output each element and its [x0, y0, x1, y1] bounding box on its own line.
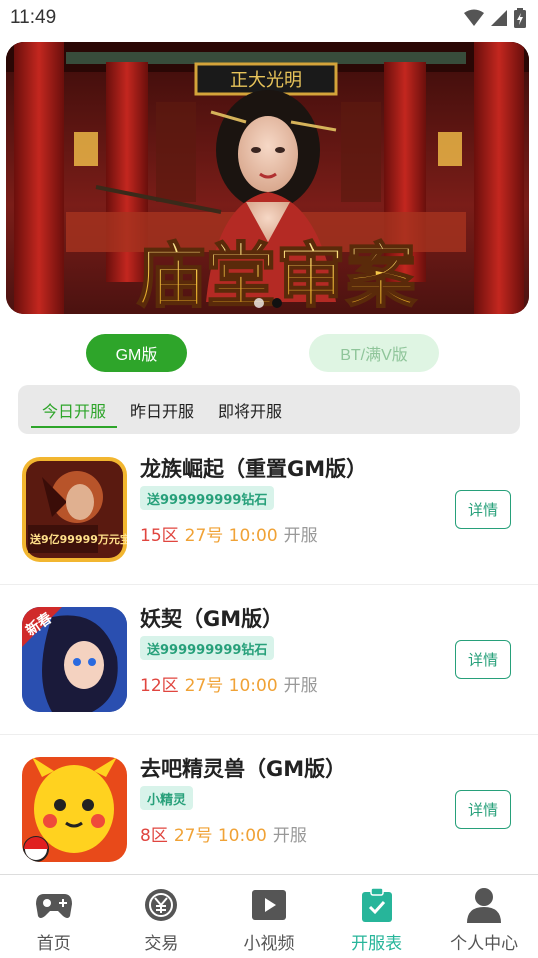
open-info: 15区 27号 10:00 开服 [140, 521, 318, 546]
bottom-nav: 首页 交易 小视频 开服表 个人中心 [0, 874, 538, 958]
nav-server-list[interactable]: 开服表 [323, 875, 431, 958]
detail-button[interactable]: 详情 [455, 790, 511, 829]
open-info: 12区 27号 10:00 开服 [140, 671, 318, 696]
yuan-coin-icon [143, 887, 179, 923]
open-label: 开服 [272, 826, 307, 846]
plaque-text: 正大光明 [230, 70, 302, 91]
open-time: 27号 10:00 [184, 526, 278, 546]
anime-girl-icon[interactable]: 新春 [22, 607, 127, 712]
video-play-icon [251, 887, 287, 923]
nav-profile[interactable]: 个人中心 [430, 875, 538, 958]
game-title: 妖契（GM版） [140, 607, 284, 631]
open-zone: 15区 [140, 526, 179, 546]
nav-trade[interactable]: 交易 [108, 875, 216, 958]
banner-dot[interactable] [253, 298, 264, 308]
tab-today[interactable]: 今日开服 [31, 385, 118, 434]
open-info: 8区 27号 10:00 开服 [140, 821, 307, 846]
game-list-item[interactable]: 新春 妖契（GM版） 送999999999钻石 12区 27号 10:00 开服 详… [0, 585, 538, 735]
game-title: 龙族崛起（重置GM版） [140, 457, 368, 481]
game-tag: 小精灵 [140, 786, 194, 810]
dragon-warrior-icon[interactable]: 送9亿99999万元宝 [22, 457, 127, 562]
nav-label: 首页 [36, 934, 71, 954]
nav-label: 开服表 [351, 934, 403, 954]
nav-home[interactable]: 首页 [0, 875, 108, 958]
date-tabs: 今日开服 昨日开服 即将开服 [18, 385, 520, 434]
open-time: 27号 10:00 [184, 676, 278, 696]
wifi-icon [464, 9, 484, 26]
detail-button[interactable]: 详情 [455, 490, 511, 529]
game-tag: 送999999999钻石 [140, 486, 275, 510]
nav-label: 交易 [144, 934, 179, 954]
open-label: 开服 [283, 526, 318, 546]
gamepad-icon [35, 887, 72, 923]
banner-pagination [6, 298, 529, 308]
banner-dot-active[interactable] [271, 298, 282, 308]
tab-yesterday[interactable]: 昨日开服 [119, 385, 205, 434]
nav-video[interactable]: 小视频 [215, 875, 323, 958]
icon-badge-text: 送9亿99999万元宝 [29, 532, 127, 546]
gm-version-button[interactable]: GM版 [86, 334, 187, 372]
open-zone: 12区 [140, 676, 179, 696]
status-icons [464, 8, 526, 28]
promo-banner[interactable]: 正大光明 庙堂审案 [6, 42, 529, 314]
tab-upcoming[interactable]: 即将开服 [207, 385, 293, 434]
open-time: 27号 10:00 [173, 826, 267, 846]
open-label: 开服 [283, 676, 318, 696]
bt-version-button[interactable]: BT/满V版 [309, 334, 439, 372]
nav-label: 小视频 [243, 934, 295, 954]
clipboard-check-icon [359, 887, 395, 923]
status-time: 11:49 [10, 7, 57, 28]
signal-icon [491, 10, 507, 26]
status-bar: 11:49 [0, 0, 538, 36]
detail-button[interactable]: 详情 [455, 640, 511, 679]
game-tag: 送999999999钻石 [140, 636, 275, 660]
game-list-item[interactable]: 去吧精灵兽（GM版） 小精灵 8区 27号 10:00 开服 详情 [0, 735, 538, 885]
yellow-monster-icon[interactable] [22, 757, 127, 862]
user-icon [466, 887, 502, 923]
open-zone: 8区 [140, 826, 168, 846]
game-list-item[interactable]: 送9亿99999万元宝 龙族崛起（重置GM版） 送999999999钻石 15区… [0, 435, 538, 585]
battery-icon [514, 8, 526, 28]
game-title: 去吧精灵兽（GM版） [140, 757, 347, 781]
nav-label: 个人中心 [450, 934, 519, 954]
